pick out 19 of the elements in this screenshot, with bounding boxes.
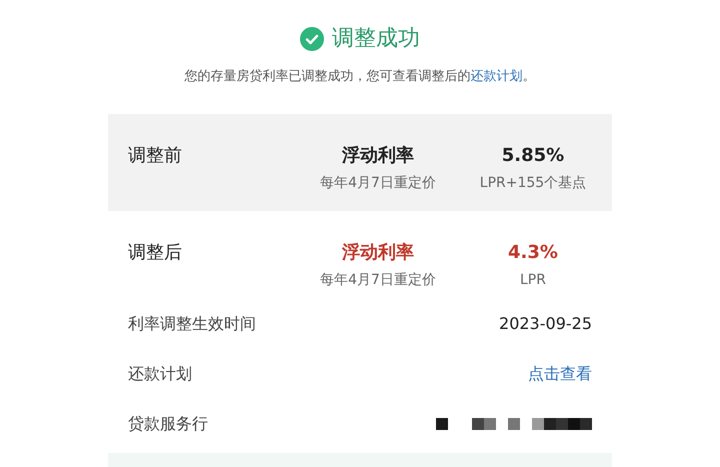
detail-value: 2023-09-25: [499, 312, 592, 334]
rate-value: 4.3%: [508, 240, 558, 264]
reprice-note: 每年4月7日重定价: [320, 270, 436, 290]
rate-basis: LPR+155个基点: [480, 174, 586, 192]
rate-type: 浮动利率: [342, 144, 414, 168]
check-icon: [300, 26, 324, 50]
row-label: 调整前: [128, 144, 183, 168]
success-title: 调整成功: [332, 25, 420, 53]
rate-type: 浮动利率: [342, 240, 414, 264]
success-message: 您的存量房贷利率已调整成功，您可查看调整后的还款计划。: [184, 68, 536, 86]
detail-label: 还款计划: [128, 362, 192, 384]
row-label: 调整后: [128, 240, 183, 264]
detail-label: 利率调整生效时间: [128, 312, 256, 334]
reprice-note: 每年4月7日重定价: [320, 174, 436, 192]
view-link[interactable]: 点击查看: [528, 362, 592, 386]
rate-basis: LPR: [520, 270, 546, 290]
repayment-plan-link[interactable]: 还款计划: [470, 69, 522, 84]
detail-label: 贷款服务行: [128, 412, 208, 434]
rate-value: 5.85%: [502, 144, 564, 168]
